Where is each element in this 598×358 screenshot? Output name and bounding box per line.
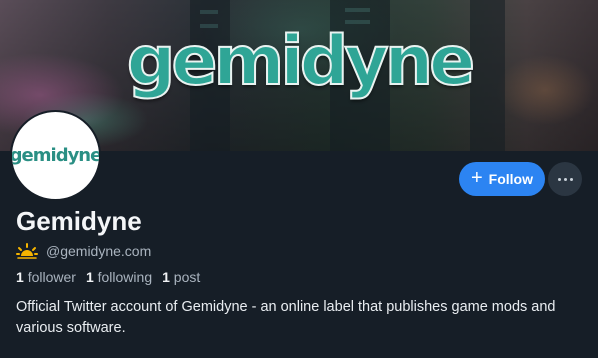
followers-label: follower [27,269,76,285]
handle[interactable]: @gemidyne.com [46,243,151,259]
followers-stat[interactable]: 1 follower [16,269,76,285]
follow-button[interactable]: + Follow [459,162,545,196]
more-options-button[interactable] [548,162,582,196]
following-stat[interactable]: 1 following [86,269,152,285]
sunrise-icon [16,243,38,259]
posts-count: 1 [162,269,170,285]
following-label: following [97,269,153,285]
handle-row: @gemidyne.com [16,242,151,260]
following-count: 1 [85,269,94,285]
display-name: Gemidyne [16,206,142,236]
followers-count: 1 [16,269,24,285]
plus-icon: + [470,167,483,189]
banner-logo: gemidyne [126,21,477,102]
profile-bio: Official Twitter account of Gemidyne - a… [16,299,556,336]
profile-stats: 1 follower 1 following 1 post [16,269,200,285]
avatar[interactable]: gemidyne [10,110,101,201]
avatar-logo: gemidyne [10,145,101,166]
posts-stat[interactable]: 1 post [162,269,200,285]
follow-button-label: Follow [488,171,533,187]
ellipsis-icon [557,177,573,181]
posts-label: post [173,269,201,285]
